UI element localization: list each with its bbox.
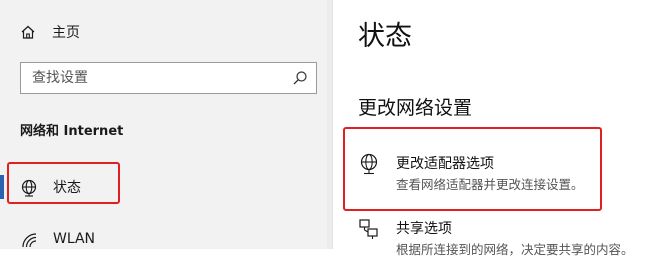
section-heading: 更改网络设置 — [358, 97, 473, 119]
sidebar: 主页 网络和 Internet 状态 WLAN — [0, 0, 332, 249]
sharing-icon — [359, 219, 378, 239]
search-box[interactable] — [20, 62, 317, 94]
wifi-icon — [22, 233, 37, 248]
highlight-box-status — [7, 162, 120, 204]
highlight-box-adapter-options — [343, 127, 602, 211]
home-label: 主页 — [52, 25, 80, 41]
option-title: 共享选项 — [396, 221, 452, 237]
home-nav-item[interactable]: 主页 — [20, 18, 80, 46]
page-title: 状态 — [358, 21, 412, 52]
sidebar-item-wlan[interactable]: WLAN — [0, 219, 330, 259]
search-input[interactable] — [21, 63, 281, 93]
selected-indicator — [0, 175, 4, 199]
sidebar-item-label: WLAN — [53, 231, 96, 247]
home-icon — [21, 25, 35, 39]
section-title: 网络和 Internet — [20, 124, 124, 139]
search-icon[interactable] — [292, 70, 308, 86]
